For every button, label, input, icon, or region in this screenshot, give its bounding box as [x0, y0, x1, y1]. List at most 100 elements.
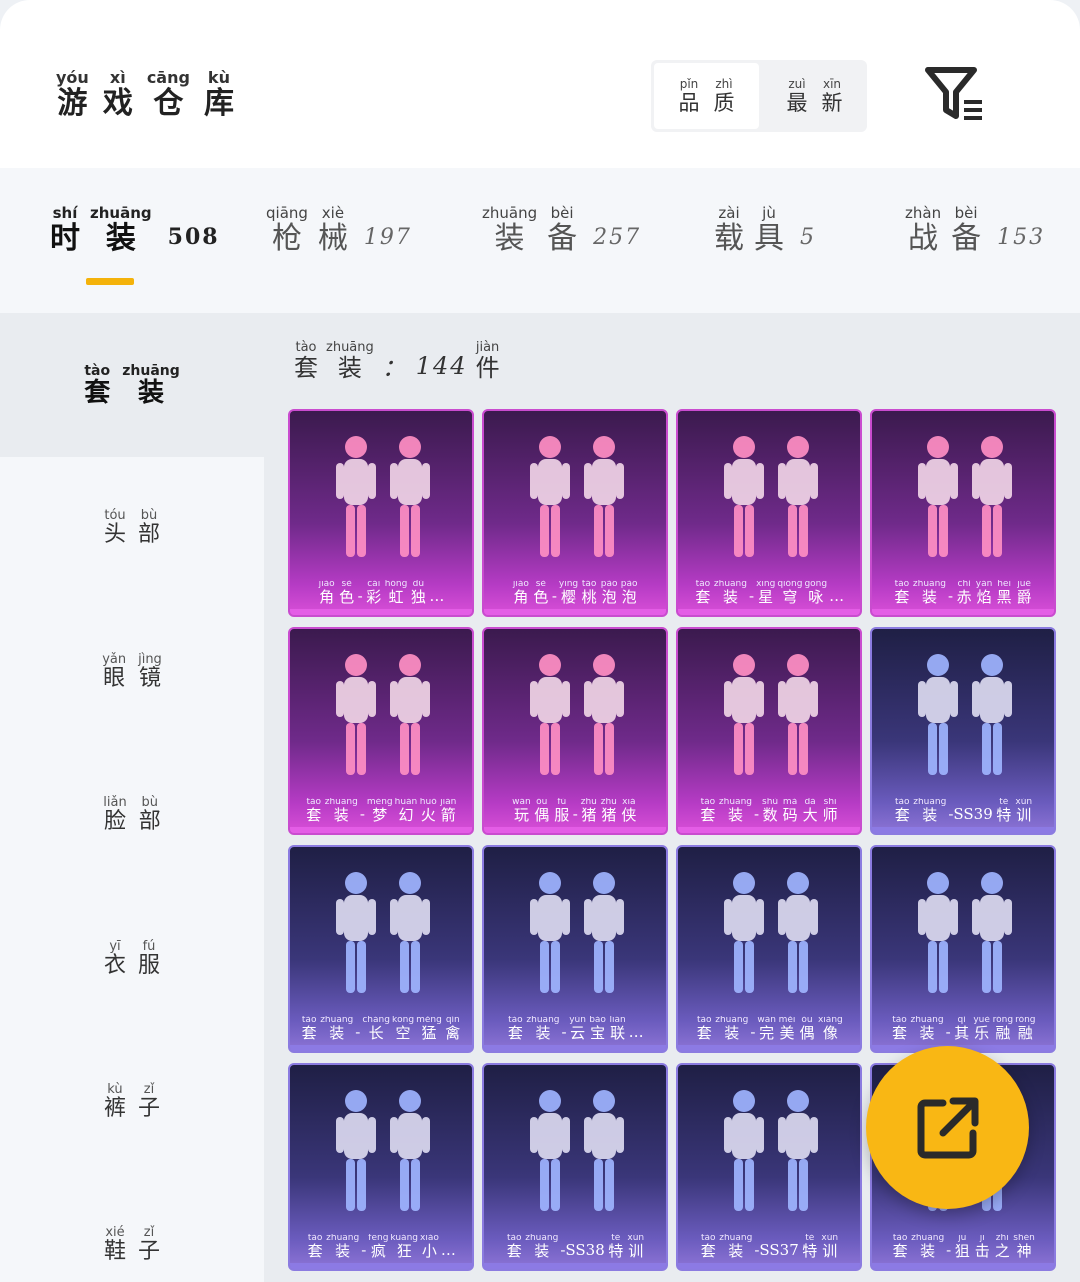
hanzi: 角 [513, 588, 529, 605]
pinyin: bèi [550, 204, 574, 222]
outfit-card[interactable]: tào 套 zhuāng 装 - qí 其 yuè 乐 róng 融 róng 融 [870, 845, 1056, 1053]
pinyin: jìng [138, 652, 162, 667]
hanzi: 装 [329, 1024, 345, 1041]
sidebar-item-outfits[interactable]: tào 套 zhuāng 装 [0, 313, 264, 457]
name-char: jiǎo 角 [318, 580, 336, 605]
hanzi: 装 [921, 588, 937, 605]
pinyin: zhuāng [122, 363, 180, 379]
outfit-image [484, 419, 666, 579]
pinyin: xiè [321, 204, 345, 222]
outfit-name: tào 套 zhuāng 装 - yún 云 bǎo 宝 lián 联… [484, 1016, 666, 1041]
filter-button[interactable] [922, 64, 986, 124]
tab-count: 508 [167, 224, 220, 250]
hanzi: 训 [822, 1242, 838, 1259]
sort-toggle: pǐn 品 zhì 质 zuì 最 xīn 新 [651, 60, 867, 132]
hanzi: 镜 [138, 666, 161, 691]
outfit-card[interactable]: tào 套 zhuāng 装 - yún 云 bǎo 宝 lián 联… [482, 845, 668, 1053]
outfit-card[interactable]: tào 套 zhuāng 装 - xīng 星 qióng 穹 gōng 咏… [676, 409, 862, 617]
tab-battle-prep[interactable]: zhàn 战 bèi 备 153 [905, 206, 1045, 254]
pinyin: bù [140, 508, 158, 523]
outfit-card[interactable]: tào 套 zhuāng 装 -SS38 tè 特 xùn 训 [482, 1063, 668, 1271]
hanzi: 套 [696, 1024, 712, 1041]
name-char: dú 独 [409, 580, 427, 605]
tab-equipment[interactable]: zhuāng 装 bèi 备 257 [482, 206, 641, 254]
name-literal: … [429, 587, 445, 605]
outfit-card[interactable]: tào 套 zhuāng 装 - shù 数 mǎ 码 dà 大 shī 师 [676, 627, 862, 835]
name-literal: -SS38 [560, 1241, 605, 1259]
sidebar-item-shoes[interactable]: xié 鞋 zǐ 子 [0, 1226, 264, 1263]
name-literal: … [628, 1023, 644, 1041]
hanzi: 猛 [421, 1024, 437, 1041]
sort-by-quality[interactable]: pǐn 品 zhì 质 [654, 63, 759, 129]
ruby-char: zài 载 [714, 206, 744, 254]
name-literal: - [551, 587, 557, 605]
hanzi: 狂 [396, 1242, 412, 1259]
name-literal: - [748, 587, 755, 605]
outfit-image [484, 1073, 666, 1233]
hanzi: 套 [894, 588, 910, 605]
hanzi: 禽 [445, 1024, 461, 1041]
outfit-name: tào 套 zhuāng 装 -SS37 tè 特 xùn 训 [678, 1234, 860, 1259]
hanzi: 独 [410, 588, 426, 605]
share-button[interactable] [866, 1046, 1029, 1209]
hanzi: 装 [535, 1024, 551, 1041]
pinyin: yǎn [102, 652, 127, 667]
hanzi: 装 [137, 378, 164, 408]
hanzi: 黑 [996, 588, 1012, 605]
hanzi: 装 [333, 806, 349, 823]
name-char: yīng 樱 [559, 580, 578, 605]
outfit-card[interactable]: tào 套 zhuāng 装 - fēng 疯 kuáng 狂 xiǎo 小… [288, 1063, 474, 1271]
sidebar-item-head[interactable]: tóu 头 bù 部 [0, 509, 264, 546]
hanzi: 部 [138, 522, 161, 547]
hanzi: 长 [368, 1024, 384, 1041]
rarity-stripe [678, 1045, 860, 1051]
pinyin: cāng [146, 68, 190, 87]
outfit-card[interactable]: tào 套 zhuāng 装 - cháng 长 kōng 空 měng 猛 qín 禽 [288, 845, 474, 1053]
outfit-card[interactable]: tào 套 zhuāng 装 - wán 完 měi 美 ǒu 偶 xiàng 像 [676, 845, 862, 1053]
hanzi: 像 [822, 1024, 838, 1041]
hanzi: 虹 [388, 588, 404, 605]
outfit-image [290, 1073, 472, 1233]
ruby-char: qiāng 枪 [266, 206, 308, 254]
outfit-card[interactable]: jiǎo 角 sè 色 - cǎi 彩 hóng 虹 dú 独… [288, 409, 474, 617]
hanzi: 件 [475, 354, 500, 382]
hanzi: 其 [954, 1024, 970, 1041]
ruby-char: xīn 新 [822, 78, 843, 114]
pinyin: zuì [788, 77, 806, 91]
hanzi: 泡 [601, 588, 617, 605]
tab-fashion[interactable]: shí 时 zhuāng 装 508 [50, 206, 220, 254]
name-char: zhuāng 装 [325, 798, 358, 823]
outfit-card[interactable]: jiǎo 角 sè 色 - yīng 樱 táo 桃 pào 泡 pào 泡 [482, 409, 668, 617]
sort-by-newest[interactable]: zuì 最 xīn 新 [762, 60, 867, 132]
ruby-char: yī 衣 [104, 940, 126, 977]
sidebar-item-pants[interactable]: kù 裤 zǐ 子 [0, 1083, 264, 1120]
outfit-image [290, 637, 472, 797]
hanzi: 戏 [102, 86, 133, 121]
sidebar-item-clothes[interactable]: yī 衣 fú 服 [0, 940, 264, 977]
sidebar-item-glasses[interactable]: yǎn 眼 jìng 镜 [0, 653, 264, 690]
tab-weapons[interactable]: qiāng 枪 xiè 械 197 [266, 206, 412, 254]
hanzi: 套 [307, 1242, 323, 1259]
sidebar-item-face[interactable]: liǎn 脸 bù 部 [0, 796, 264, 833]
name-char: tào 套 [699, 1234, 717, 1259]
hanzi: 服 [554, 806, 570, 823]
tab-vehicles[interactable]: zài 载 jù 具 5 [714, 206, 816, 254]
section-unit: jiàn 件 [476, 341, 500, 380]
name-char: chì 赤 [955, 580, 973, 605]
outfit-card[interactable]: tào 套 zhuāng 装 - mèng 梦 huàn 幻 huǒ 火 jiàn 箭 [288, 627, 474, 835]
section-title: tào 套 zhuāng 装： 144 jiàn 件 [294, 341, 500, 380]
name-char: cháng 长 [362, 1016, 390, 1041]
outfit-image [872, 419, 1054, 579]
outfit-name: tào 套 zhuāng 装 - wán 完 měi 美 ǒu 偶 xiàng 像 [678, 1016, 860, 1041]
outfit-card[interactable]: tào 套 zhuāng 装 -SS39 tè 特 xùn 训 [870, 627, 1056, 835]
name-char: tào 套 [506, 1016, 524, 1041]
hanzi: 备 [547, 221, 578, 256]
pinyin: liǎn [103, 795, 127, 810]
rarity-stripe [484, 1263, 666, 1269]
outfit-card[interactable]: tào 套 zhuāng 装 - chì 赤 yàn 焰 hēi 黑 jué 爵 [870, 409, 1056, 617]
ruby-char: tào 套 [294, 341, 318, 380]
outfit-card[interactable]: wán 玩 ǒu 偶 fú 服 - zhū 猪 zhū 猪 xiá 侠 [482, 627, 668, 835]
hanzi: 空 [395, 1024, 411, 1041]
outfit-card[interactable]: tào 套 zhuāng 装 -SS37 tè 特 xùn 训 [676, 1063, 862, 1271]
name-char: róng 融 [1015, 1016, 1035, 1041]
